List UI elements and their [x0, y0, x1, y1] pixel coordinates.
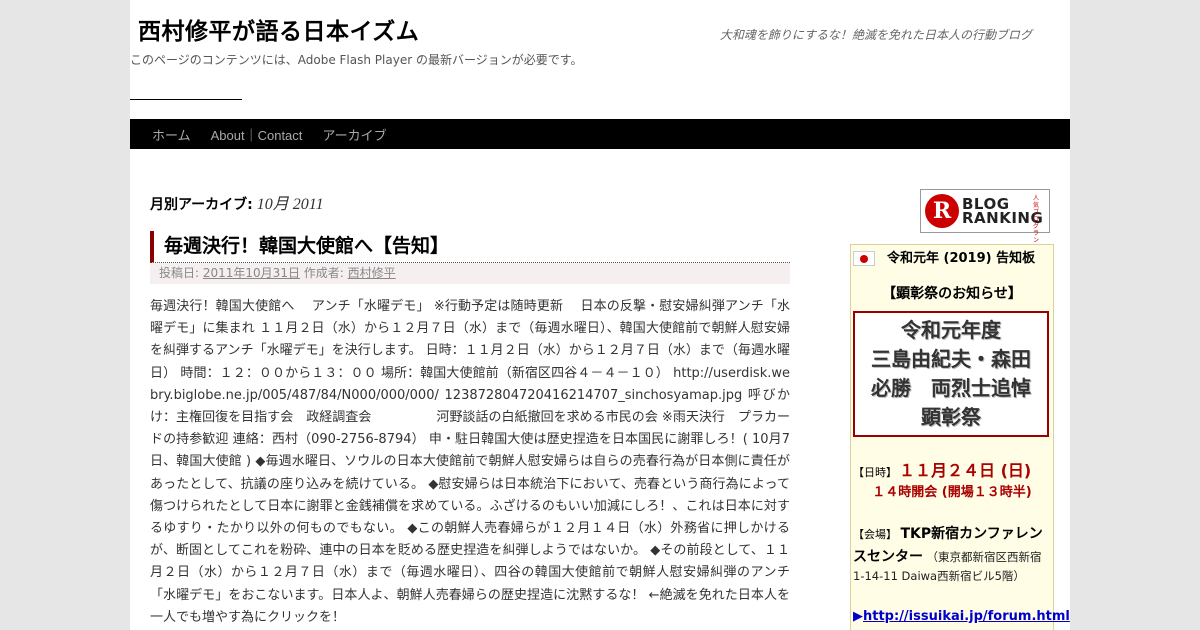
notice-subheading: 【顕彰祭のお知らせ】: [882, 286, 1022, 302]
archive-title: 月別アーカイブ: 10月 2011: [150, 190, 324, 214]
event-link: ▶http://issuikai.jp/forum.html: [853, 609, 1070, 624]
event-date-label: 【日時】: [853, 466, 897, 479]
event-line: 三島由紀夫・森田: [871, 347, 1031, 371]
page-container: 西村修平が語る日本イズム 大和魂を飾りにするな！絶滅を免れた日本人の行動ブログ …: [130, 0, 1070, 630]
event-line: 令和元年度: [901, 318, 1001, 342]
event-venue-address-2: 1-14-11 Daiwa西新宿ビル5階）: [853, 569, 1025, 583]
notice-heading: 令和元年 (2019) 告知板: [887, 251, 1036, 266]
blog-ranking-logo-icon: R: [925, 194, 959, 228]
archive-label: 月別アーカイブ:: [150, 197, 253, 213]
main-nav: ホーム About｜Contact アーカイブ: [130, 119, 1070, 149]
header-divider: [130, 99, 242, 100]
nav-item-about-contact[interactable]: About｜Contact: [201, 125, 313, 144]
event-line: 必勝 両烈士追悼: [871, 376, 1031, 400]
event-date: 【日時】 １１月２４日 (日): [853, 457, 1031, 481]
event-venue-address-1: （東京都新宿区西新宿: [926, 550, 1042, 564]
post-meta-posted-label: 投稿日:: [159, 266, 200, 280]
event-venue: 【会場】 TKP新宿カンファレンスセンター （東京都新宿区西新宿 1-14-11…: [853, 523, 1051, 585]
post-meta-author-label: 作成者:: [303, 266, 344, 280]
event-url-link[interactable]: http://issuikai.jp/forum.html: [863, 609, 1070, 624]
nav-item-archive[interactable]: アーカイブ: [312, 125, 396, 144]
post-body: 毎週決行！韓国大使館へ アンチ「水曜デモ」 ※行動予定は随時更新 日本の反撃・慰…: [150, 299, 790, 625]
flash-player-message: このページのコンテンツには、Adobe Flash Player の最新バージョ…: [130, 53, 583, 67]
event-venue-label: 【会場】: [853, 528, 897, 541]
blog-ranking-text: BLOG RANKING: [962, 197, 1044, 227]
event-title-box: 令和元年度 三島由紀夫・森田 必勝 両烈士追悼 顕彰祭: [853, 311, 1049, 437]
post-title-bar: 毎週決行！韓国大使館へ【告知】: [150, 231, 790, 263]
site-description: 大和魂を飾りにするな！絶滅を免れた日本人の行動ブログ: [719, 28, 1032, 42]
japan-flag-icon: [853, 251, 875, 266]
post-meta: 投稿日: 2011年10月31日 作成者: 西村修平: [150, 263, 790, 284]
post-author-link[interactable]: 西村修平: [348, 266, 396, 280]
event-date-value: １１月２４日 (日): [899, 461, 1032, 480]
play-arrow-icon: ▶: [853, 609, 863, 624]
blog-ranking-banner[interactable]: R BLOG RANKING 人気ブログランキング: [920, 189, 1050, 265]
archive-month: 10月 2011: [256, 196, 324, 213]
event-line: 顕彰祭: [921, 405, 981, 429]
blog-ranking-line2: RANKING: [962, 209, 1044, 227]
site-title[interactable]: 西村修平が語る日本イズム: [138, 12, 419, 46]
event-time: １４時開会 (開場１３時半): [872, 485, 1032, 500]
post-date-link[interactable]: 2011年10月31日: [203, 266, 300, 280]
post-title[interactable]: 毎週決行！韓国大使館へ【告知】: [164, 231, 790, 261]
nav-item-home[interactable]: ホーム: [142, 125, 201, 144]
notice-board: 令和元年 (2019) 告知板 【顕彰祭のお知らせ】 令和元年度 三島由紀夫・森…: [850, 244, 1070, 630]
